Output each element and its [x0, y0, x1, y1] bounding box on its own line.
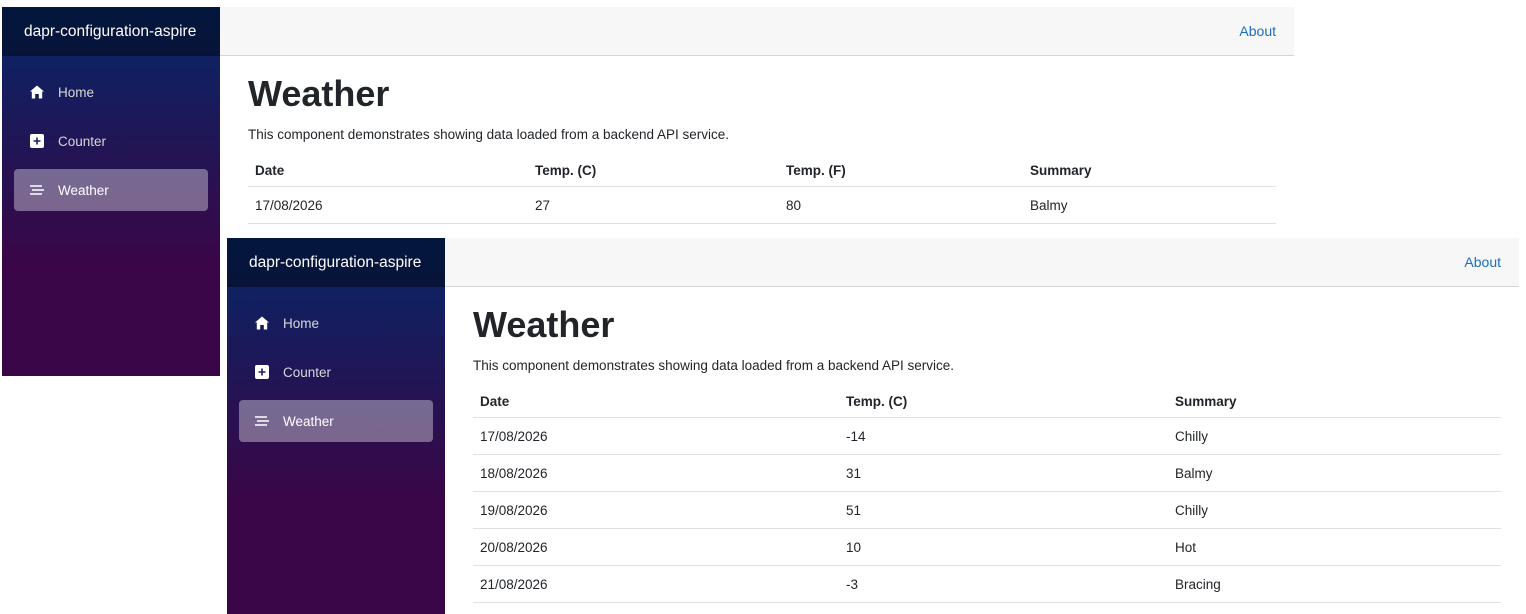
page-content: Weather This component demonstrates show… [445, 287, 1519, 603]
nav-item-counter[interactable]: Counter [239, 351, 433, 393]
plus-square-icon [253, 363, 271, 381]
cell-date: 18/08/2026 [473, 454, 839, 492]
about-link[interactable]: About [1464, 254, 1501, 270]
table-header-row: Date Temp. (C) Summary [473, 386, 1501, 418]
cell-summary: Balmy [1168, 454, 1501, 492]
cell-date: 17/08/2026 [248, 186, 528, 224]
cell-temp-f: 80 [779, 186, 1023, 224]
brand[interactable]: dapr-configuration-aspire [227, 238, 445, 287]
top-bar: About [220, 7, 1294, 56]
nav-item-label: Weather [283, 413, 334, 429]
cell-summary: Balmy [1023, 186, 1276, 224]
weather-table: Date Temp. (C) Temp. (F) Summary 17/08/2… [248, 155, 1276, 224]
nav-item-weather[interactable]: Weather [14, 169, 208, 211]
cell-date: 21/08/2026 [473, 565, 839, 603]
cell-summary: Chilly [1168, 417, 1501, 455]
column-header-temp-f: Temp. (F) [779, 155, 1023, 187]
cell-temp-c: 51 [839, 491, 1168, 529]
column-header-date: Date [248, 155, 528, 187]
table-row: 20/08/2026 10 Hot [473, 528, 1501, 566]
cell-date: 20/08/2026 [473, 528, 839, 566]
nav-item-label: Home [58, 84, 95, 100]
cell-summary: Chilly [1168, 491, 1501, 529]
page-title: Weather [248, 73, 390, 114]
nav-menu: Home Counter Weather [2, 56, 220, 218]
nav-item-home[interactable]: Home [239, 302, 433, 344]
table-row: 21/08/2026 -3 Bracing [473, 565, 1501, 603]
main-area: About Weather This component demonstrate… [445, 238, 1519, 614]
cell-summary: Hot [1168, 528, 1501, 566]
table-row: 17/08/2026 27 80 Balmy [248, 186, 1276, 224]
nav-item-weather[interactable]: Weather [239, 400, 433, 442]
page-content: Weather This component demonstrates show… [220, 56, 1294, 224]
sidebar: dapr-configuration-aspire Home Counter W… [227, 238, 445, 614]
column-header-summary: Summary [1168, 386, 1501, 418]
table-row: 17/08/2026 -14 Chilly [473, 417, 1501, 455]
brand[interactable]: dapr-configuration-aspire [2, 7, 220, 56]
about-link[interactable]: About [1239, 23, 1276, 39]
top-bar: About [445, 238, 1519, 287]
home-icon [253, 314, 271, 332]
page-title: Weather [473, 304, 615, 345]
cell-date: 17/08/2026 [473, 417, 839, 455]
nav-item-home[interactable]: Home [14, 71, 208, 113]
nav-item-counter[interactable]: Counter [14, 120, 208, 162]
table-row: 19/08/2026 51 Chilly [473, 491, 1501, 529]
page-description: This component demonstrates showing data… [473, 358, 955, 373]
nav-item-label: Weather [58, 182, 109, 198]
cell-temp-c: 31 [839, 454, 1168, 492]
cell-temp-c: -3 [839, 565, 1168, 603]
nav-menu: Home Counter Weather [227, 287, 445, 449]
nav-item-label: Counter [283, 364, 332, 380]
sidebar: dapr-configuration-aspire Home Counter W… [2, 7, 220, 376]
list-icon [253, 412, 271, 430]
column-header-temp-c: Temp. (C) [528, 155, 779, 187]
table-header-row: Date Temp. (C) Temp. (F) Summary [248, 155, 1276, 187]
table-row: 18/08/2026 31 Balmy [473, 454, 1501, 492]
nav-item-label: Counter [58, 133, 107, 149]
nav-item-label: Home [283, 315, 320, 331]
cell-date: 19/08/2026 [473, 491, 839, 529]
cell-temp-c: 10 [839, 528, 1168, 566]
column-header-summary: Summary [1023, 155, 1276, 187]
cell-temp-c: -14 [839, 417, 1168, 455]
page-description: This component demonstrates showing data… [248, 127, 730, 142]
cell-summary: Bracing [1168, 565, 1501, 603]
plus-square-icon [28, 132, 46, 150]
app-window-front: dapr-configuration-aspire Home Counter W… [227, 238, 1519, 614]
list-icon [28, 181, 46, 199]
column-header-temp-c: Temp. (C) [839, 386, 1168, 418]
weather-table: Date Temp. (C) Summary 17/08/2026 -14 Ch… [473, 386, 1501, 603]
cell-temp-c: 27 [528, 186, 779, 224]
column-header-date: Date [473, 386, 839, 418]
home-icon [28, 83, 46, 101]
